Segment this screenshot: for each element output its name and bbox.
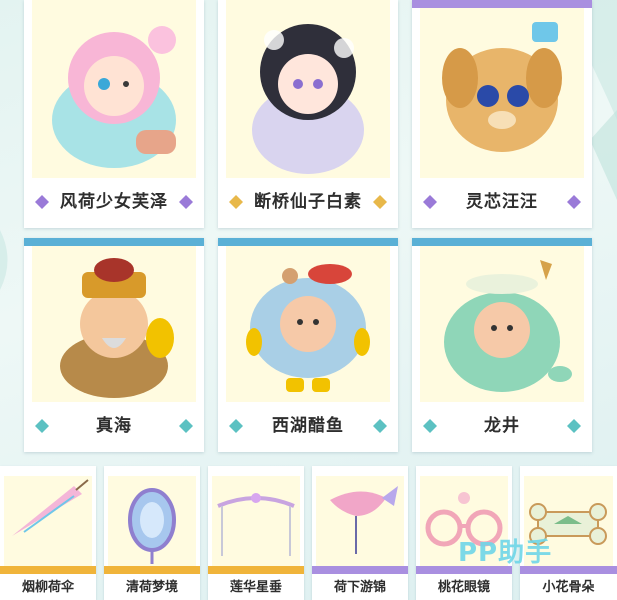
- item-name: 小花骨朵: [542, 580, 595, 595]
- item-art-golden-puppy: [420, 8, 584, 178]
- item-art-fish-costume: [226, 246, 390, 402]
- gem-purple-icon: [567, 195, 581, 209]
- watermark: PP助手: [458, 538, 553, 568]
- item-name: 烟柳荷伞: [21, 580, 74, 595]
- item-name: 西湖醋鱼: [272, 416, 344, 436]
- item-card-middle-1[interactable]: 真海: [24, 238, 204, 452]
- item-card-top-3[interactable]: 灵芯汪汪: [412, 0, 592, 228]
- item-art-old-man: [32, 246, 196, 402]
- card-stripe: [412, 0, 592, 8]
- gem-teal-icon: [373, 419, 387, 433]
- gem-teal-icon: [423, 419, 437, 433]
- gem-teal-icon: [229, 419, 243, 433]
- item-name: 荷下游锦: [333, 580, 386, 595]
- item-ticket-1[interactable]: 烟柳荷伞: [0, 466, 96, 600]
- gem-teal-icon: [567, 419, 581, 433]
- gem-gold-icon: [373, 195, 387, 209]
- koi-fish-icon: [316, 476, 404, 566]
- ticket-bar: [208, 566, 304, 574]
- umbrella-icon: [4, 476, 92, 566]
- arch-frame-icon: [212, 476, 300, 566]
- gem-purple-icon: [179, 195, 193, 209]
- item-ticket-3[interactable]: 莲华星垂: [208, 466, 304, 600]
- item-ticket-2[interactable]: 清荷梦境: [104, 466, 200, 600]
- mirror-icon: [108, 476, 196, 566]
- item-art-green-dragon: [420, 246, 584, 402]
- item-card-top-1[interactable]: 风荷少女芙泽: [24, 0, 204, 228]
- card-stripe: [218, 238, 398, 246]
- gem-purple-icon: [423, 195, 437, 209]
- item-name: 断桥仙子白素: [254, 192, 362, 212]
- card-stripe: [412, 238, 592, 246]
- item-name: 灵芯汪汪: [466, 192, 538, 212]
- card-stripe: [24, 238, 204, 246]
- item-card-middle-3[interactable]: 龙井: [412, 238, 592, 452]
- item-card-top-2[interactable]: 断桥仙子白素: [218, 0, 398, 228]
- gem-teal-icon: [35, 419, 49, 433]
- gem-gold-icon: [229, 195, 243, 209]
- item-name: 风荷少女芙泽: [60, 192, 168, 212]
- item-ticket-4[interactable]: 荷下游锦: [312, 466, 408, 600]
- gem-teal-icon: [179, 419, 193, 433]
- gem-purple-icon: [35, 195, 49, 209]
- item-art-dark-haired-fairy: [226, 0, 390, 178]
- item-name: 清荷梦境: [125, 580, 178, 595]
- item-card-middle-2[interactable]: 西湖醋鱼: [218, 238, 398, 452]
- item-name: 莲华星垂: [229, 580, 282, 595]
- item-art-pink-haired-girl: [32, 0, 196, 178]
- item-name: 桃花眼镜: [437, 580, 490, 595]
- item-name: 真海: [96, 416, 132, 436]
- item-name: 龙井: [484, 416, 520, 436]
- ticket-bar: [104, 566, 200, 574]
- ticket-bar: [0, 566, 96, 574]
- ticket-bar: [312, 566, 408, 574]
